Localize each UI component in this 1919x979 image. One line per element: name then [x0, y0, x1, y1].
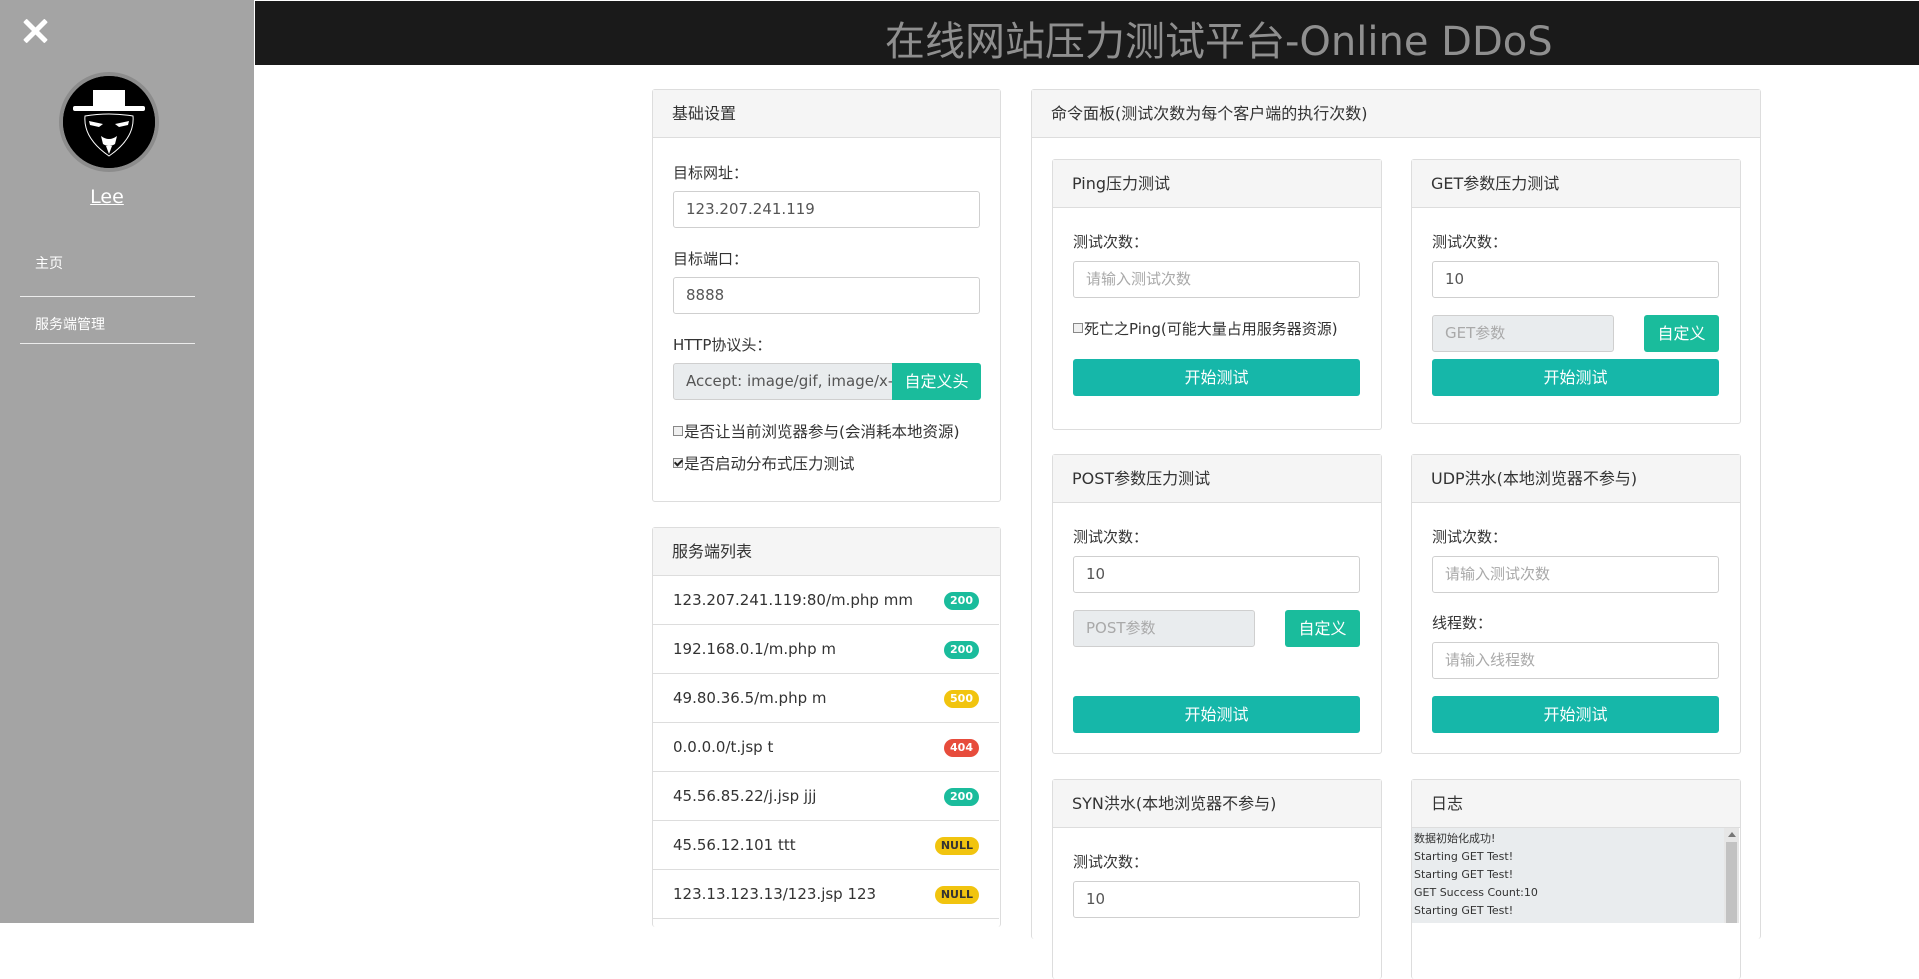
server-address: 49.80.36.5/m.php m — [673, 689, 827, 707]
hacker-mask-icon — [63, 76, 155, 168]
log-scrollbar[interactable] — [1724, 828, 1739, 923]
checkbox-checked-icon[interactable] — [673, 458, 683, 468]
server-list-item[interactable]: 123.13.123.13/123.jsp 123 NULL — [653, 870, 999, 919]
log-line: Starting GET Test! — [1414, 850, 1514, 863]
header-bar: 在线网站压力测试平台-Online DDoS — [255, 1, 1919, 65]
server-list-item[interactable]: 123.207.241.119:80/m.php mm 200 — [653, 576, 999, 625]
panel-heading: 基础设置 — [653, 90, 1000, 138]
server-address: 123.207.241.119:80/m.php mm — [673, 591, 913, 609]
log-line: Starting GET Test! — [1414, 904, 1514, 917]
post-param-input[interactable]: POST参数 — [1073, 610, 1255, 647]
status-badge: 500 — [944, 690, 979, 708]
target-port-label: 目标端口： — [673, 250, 749, 268]
panel-heading: 命令面板(测试次数为每个客户端的执行次数) — [1032, 90, 1760, 138]
panel-heading: 服务端列表 — [653, 528, 1000, 576]
threads-label: 线程数： — [1432, 614, 1493, 632]
count-label: 测试次数： — [1073, 853, 1149, 871]
distributed-checkbox[interactable]: 是否启动分布式压力测试 — [673, 452, 855, 474]
count-label: 测试次数： — [1073, 528, 1149, 546]
browser-participate-checkbox[interactable]: 是否让当前浏览器参与(会消耗本地资源) — [673, 420, 960, 442]
get-param-input[interactable]: GET参数 — [1432, 315, 1614, 352]
server-list-item[interactable]: 45.56.85.22/j.jsp jjj 200 — [653, 772, 999, 821]
get-test-panel: GET参数压力测试 测试次数： 10 GET参数 自定义 开始测试 — [1411, 159, 1741, 424]
log-line: Starting GET Test! — [1414, 868, 1514, 881]
panel-heading: Ping压力测试 — [1053, 160, 1381, 208]
server-address: 123.13.123.13/123.jsp 123 — [673, 885, 877, 903]
count-label: 测试次数： — [1432, 528, 1508, 546]
udp-threads-input[interactable]: 请输入线程数 — [1432, 642, 1719, 679]
command-panel: 命令面板(测试次数为每个客户端的执行次数) Ping压力测试 测试次数： 请输入… — [1031, 89, 1761, 979]
target-url-input[interactable]: 123.207.241.119 — [673, 191, 980, 228]
sidebar-item-server-management[interactable]: 服务端管理 — [20, 297, 195, 344]
status-badge: 404 — [944, 739, 979, 757]
get-count-input[interactable]: 10 — [1432, 261, 1719, 298]
server-address: 0.0.0.0/t.jsp t — [673, 738, 774, 756]
log-textarea[interactable]: 数据初始化成功! Starting GET Test! Starting GET… — [1412, 828, 1739, 923]
scroll-up-arrow-icon[interactable] — [1728, 832, 1736, 837]
count-label: 测试次数： — [1432, 233, 1508, 251]
avatar — [59, 72, 159, 172]
status-badge: NULL — [934, 886, 979, 904]
server-list-panel: 服务端列表 123.207.241.119:80/m.php mm 200 192.… — [652, 527, 1001, 927]
panel-heading: UDP洪水(本地浏览器不参与) — [1412, 455, 1740, 503]
target-port-input[interactable]: 8888 — [673, 277, 980, 314]
scroll-thumb[interactable] — [1726, 842, 1737, 923]
get-start-button[interactable]: 开始测试 — [1432, 359, 1719, 396]
log-panel: 日志 数据初始化成功! Starting GET Test! Starting … — [1411, 779, 1741, 979]
ping-count-input[interactable]: 请输入测试次数 — [1073, 261, 1360, 298]
sidebar-item-home[interactable]: 主页 — [20, 250, 195, 297]
ping-test-panel: Ping压力测试 测试次数： 请输入测试次数 死亡之Ping(可能大量占用服务器… — [1052, 159, 1382, 430]
sidebar: Lee 主页 服务端管理 — [0, 0, 254, 923]
server-list-item[interactable]: 192.168.0.1/m.php m 200 — [653, 625, 999, 674]
server-address: 192.168.0.1/m.php m — [673, 640, 837, 658]
death-ping-label: 死亡之Ping(可能大量占用服务器资源) — [1084, 320, 1338, 338]
syn-count-input[interactable]: 10 — [1073, 881, 1360, 918]
panel-heading: 日志 — [1412, 780, 1740, 828]
server-address: 45.56.85.22/j.jsp jjj — [673, 787, 817, 805]
status-badge: 200 — [944, 592, 979, 610]
close-icon[interactable] — [18, 14, 52, 48]
ping-start-button[interactable]: 开始测试 — [1073, 359, 1360, 396]
death-ping-checkbox[interactable]: 死亡之Ping(可能大量占用服务器资源) — [1073, 318, 1338, 339]
username-link[interactable]: Lee — [0, 186, 214, 208]
http-header-input[interactable]: Accept: image/gif, image/x-xbitmap — [673, 363, 893, 400]
custom-header-button[interactable]: 自定义头 — [892, 363, 981, 400]
post-test-panel: POST参数压力测试 测试次数： 10 POST参数 自定义 开始测试 — [1052, 454, 1382, 754]
checkbox-icon[interactable] — [673, 426, 683, 436]
panel-heading: GET参数压力测试 — [1412, 160, 1740, 208]
post-count-input[interactable]: 10 — [1073, 556, 1360, 593]
panel-heading: POST参数压力测试 — [1053, 455, 1381, 503]
basic-settings-panel: 基础设置 目标网址： 123.207.241.119 目标端口： 8888 HT… — [652, 89, 1001, 502]
checkbox-icon[interactable] — [1073, 323, 1083, 333]
status-badge: 200 — [944, 788, 979, 806]
log-line: 数据初始化成功! — [1414, 832, 1496, 845]
server-list-item[interactable]: 0.0.0.0/t.jsp t 404 — [653, 723, 999, 772]
udp-start-button[interactable]: 开始测试 — [1432, 696, 1719, 733]
post-custom-button[interactable]: 自定义 — [1285, 610, 1360, 647]
post-start-button[interactable]: 开始测试 — [1073, 696, 1360, 733]
udp-flood-panel: UDP洪水(本地浏览器不参与) 测试次数： 请输入测试次数 线程数： 请输入线程… — [1411, 454, 1741, 754]
distributed-label: 是否启动分布式压力测试 — [684, 455, 855, 473]
browser-participate-label: 是否让当前浏览器参与(会消耗本地资源) — [684, 423, 960, 441]
server-address: 45.56.12.101 ttt — [673, 836, 796, 854]
status-badge: 200 — [944, 641, 979, 659]
sidebar-nav: 主页 服务端管理 — [20, 250, 195, 344]
log-line: GET Success Count:10 — [1414, 886, 1538, 899]
server-list-item[interactable]: 45.56.12.101 ttt NULL — [653, 821, 999, 870]
server-list-item[interactable]: 49.80.36.5/m.php m 500 — [653, 674, 999, 723]
http-header-label: HTTP协议头： — [673, 336, 772, 354]
target-url-label: 目标网址： — [673, 164, 749, 182]
status-badge: NULL — [934, 837, 979, 855]
udp-count-input[interactable]: 请输入测试次数 — [1432, 556, 1719, 593]
syn-flood-panel: SYN洪水(本地浏览器不参与) 测试次数： 10 — [1052, 779, 1382, 979]
panel-heading: SYN洪水(本地浏览器不参与) — [1053, 780, 1381, 828]
page-title: 在线网站压力测试平台-Online DDoS — [885, 19, 1553, 65]
count-label: 测试次数： — [1073, 233, 1149, 251]
get-custom-button[interactable]: 自定义 — [1644, 315, 1719, 352]
